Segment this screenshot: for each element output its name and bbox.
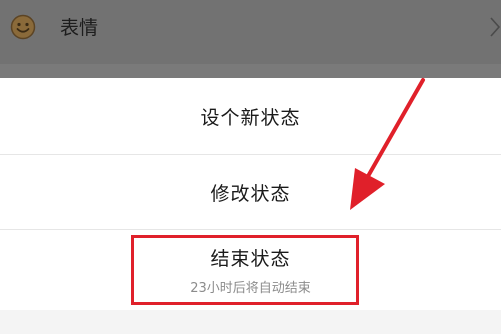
option-label: 修改状态 <box>210 182 291 205</box>
sheet-bottom-strip <box>0 310 501 334</box>
overlay-gap <box>0 64 501 78</box>
edit-status-button[interactable]: 修改状态 <box>0 155 501 230</box>
smiley-face-icon <box>10 14 36 40</box>
highlight-box <box>131 235 359 305</box>
settings-row-label: 表情 <box>60 17 99 39</box>
chevron-right-icon <box>490 17 501 37</box>
set-new-status-button[interactable]: 设个新状态 <box>0 78 501 155</box>
option-label: 设个新状态 <box>200 106 301 129</box>
settings-row-emoji[interactable]: 表情 <box>0 0 501 64</box>
